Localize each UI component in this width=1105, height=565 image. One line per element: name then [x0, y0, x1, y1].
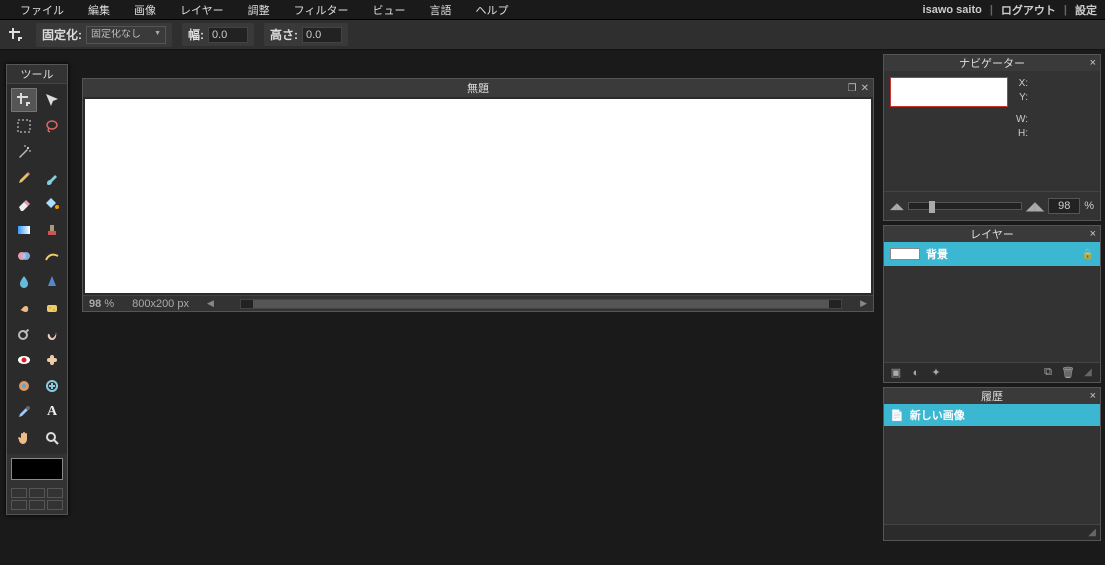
height-label: 高さ: — [270, 26, 298, 43]
fixation-label: 固定化: — [42, 26, 82, 43]
menu-language[interactable]: 言語 — [417, 0, 463, 20]
menu-file[interactable]: ファイル — [8, 0, 76, 20]
blur-tool[interactable] — [11, 270, 37, 294]
paint-bucket-tool[interactable] — [39, 192, 65, 216]
tools-panel: ツール A — [6, 64, 68, 515]
foreground-color-swatch[interactable] — [11, 458, 63, 480]
width-input[interactable] — [208, 27, 248, 43]
zoom-value-input[interactable]: 98 — [1048, 198, 1080, 214]
settings-link[interactable]: 設定 — [1075, 2, 1097, 18]
history-panel: 履歴 × 📄 新しい画像 ◢ — [883, 387, 1101, 541]
menu-image[interactable]: 画像 — [122, 0, 168, 20]
gradient-tool[interactable] — [11, 218, 37, 242]
options-bar: 固定化: 固定化なし 幅: 高さ: — [0, 20, 1105, 50]
resize-grip-icon[interactable]: ◢ — [1080, 366, 1096, 380]
menu-view[interactable]: ビュー — [360, 0, 417, 20]
layer-row[interactable]: 背景 🔒 — [884, 242, 1100, 266]
history-close-icon[interactable]: × — [1090, 390, 1096, 402]
navigator-title: ナビゲーター — [959, 55, 1025, 71]
color-picker-tool[interactable] — [11, 400, 37, 424]
move-tool[interactable] — [39, 88, 65, 112]
wand-tool[interactable] — [11, 140, 37, 164]
tools-panel-title: ツール — [7, 65, 67, 84]
menu-help[interactable]: ヘルプ — [463, 0, 520, 20]
menu-edit[interactable]: 編集 — [76, 0, 122, 20]
smudge-tool[interactable] — [11, 296, 37, 320]
red-eye-tool[interactable] — [11, 348, 37, 372]
drawing-tool[interactable] — [39, 244, 65, 268]
duplicate-layer-icon[interactable]: ⧉ — [1040, 366, 1056, 380]
layer-mask-icon[interactable]: ◐ — [908, 366, 924, 380]
new-layer-icon[interactable]: ▣ — [888, 366, 904, 380]
canvas-title-text: 無題 — [467, 80, 489, 96]
layer-thumbnail — [890, 248, 920, 260]
layer-name: 背景 — [926, 246, 948, 262]
clone-stamp-tool[interactable] — [39, 218, 65, 242]
history-item-label: 新しい画像 — [910, 407, 965, 423]
hand-tool[interactable] — [11, 426, 37, 450]
dodge-tool[interactable] — [11, 322, 37, 346]
canvas-window: 無題 ❐ ✕ 98 % 800x200 px ◀ ▶ — [82, 78, 874, 312]
color-replace-tool[interactable] — [11, 244, 37, 268]
user-name: isawo saito — [923, 4, 982, 16]
zoom-tool[interactable] — [39, 426, 65, 450]
lock-icon: 🔒 — [1082, 249, 1094, 260]
active-tool-icon — [6, 25, 26, 45]
delete-layer-icon[interactable]: 🗑 — [1060, 366, 1076, 380]
zoom-slider[interactable] — [908, 202, 1022, 210]
resize-grip-icon[interactable]: ◢ — [1084, 525, 1100, 540]
canvas-status-bar: 98 % 800x200 px ◀ ▶ — [83, 295, 873, 311]
burn-tool[interactable] — [39, 322, 65, 346]
zoom-out-icon[interactable]: ◢◣ — [890, 201, 904, 212]
crop-tool[interactable] — [11, 88, 37, 112]
logout-link[interactable]: ログアウト — [1001, 2, 1056, 18]
close-icon[interactable]: ✕ — [861, 83, 869, 94]
type-tool[interactable]: A — [39, 400, 65, 424]
menu-adjust[interactable]: 調整 — [236, 0, 282, 20]
canvas-titlebar[interactable]: 無題 ❐ ✕ — [83, 79, 873, 97]
empty-tool-slot — [39, 140, 65, 164]
history-item-icon: 📄 — [890, 409, 904, 422]
history-title: 履歴 — [981, 388, 1003, 404]
pinch-tool[interactable] — [39, 374, 65, 398]
brush-tool[interactable] — [39, 166, 65, 190]
layers-close-icon[interactable]: × — [1090, 228, 1096, 240]
width-label: 幅: — [188, 26, 204, 43]
eraser-tool[interactable] — [11, 192, 37, 216]
zoom-in-icon[interactable]: ◢◣ — [1026, 199, 1044, 213]
sponge-tool[interactable] — [39, 296, 65, 320]
navigator-close-icon[interactable]: × — [1090, 57, 1096, 69]
sharpen-tool[interactable] — [39, 270, 65, 294]
navigator-coordinates: X: Y: W: H: — [1016, 77, 1028, 141]
spot-heal-tool[interactable] — [39, 348, 65, 372]
swatch-palette[interactable] — [7, 484, 67, 514]
navigator-thumbnail[interactable] — [890, 77, 1008, 107]
history-item[interactable]: 📄 新しい画像 — [884, 404, 1100, 426]
canvas[interactable] — [85, 99, 871, 293]
fixation-select[interactable]: 固定化なし — [86, 26, 166, 44]
marquee-tool[interactable] — [11, 114, 37, 138]
maximize-icon[interactable]: ❐ — [848, 83, 857, 94]
lasso-tool[interactable] — [39, 114, 65, 138]
menu-bar: ファイル 編集 画像 レイヤー 調整 フィルター ビュー 言語 ヘルプ isaw… — [0, 0, 1105, 20]
layers-footer: ▣ ◐ ✦ ⧉ 🗑 ◢ — [884, 362, 1100, 382]
height-input[interactable] — [302, 27, 342, 43]
zoom-unit: % — [1084, 200, 1094, 212]
canvas-dimensions: 800x200 px — [132, 298, 189, 310]
layers-panel: レイヤー × 背景 🔒 ▣ ◐ ✦ ⧉ 🗑 — [883, 225, 1101, 383]
horizontal-scrollbar[interactable] — [240, 299, 842, 309]
pencil-tool[interactable] — [11, 166, 37, 190]
menu-filter[interactable]: フィルター — [282, 0, 361, 20]
layer-fx-icon[interactable]: ✦ — [928, 366, 944, 380]
bloat-tool[interactable] — [11, 374, 37, 398]
navigator-panel: ナビゲーター × X: Y: W: H: ◢◣ ◢◣ 98 % — [883, 54, 1101, 221]
layers-title: レイヤー — [970, 226, 1014, 242]
canvas-zoom-value: 98 — [89, 298, 101, 310]
menu-layer[interactable]: レイヤー — [168, 0, 236, 20]
